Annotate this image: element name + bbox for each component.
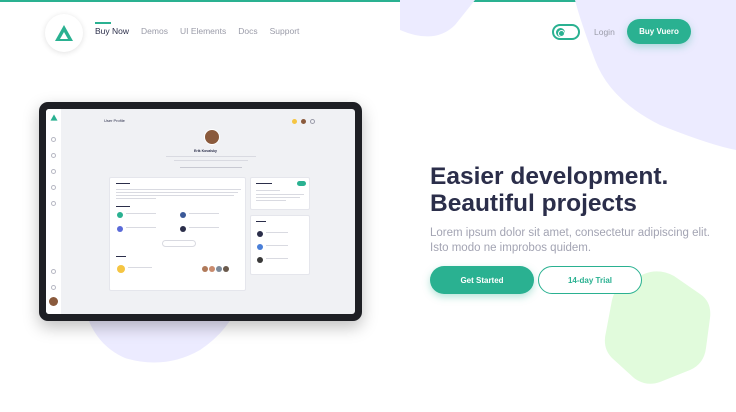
tablet-bell-icon: [310, 119, 315, 124]
vuero-logo-icon: [55, 25, 73, 41]
about-card: [109, 177, 246, 291]
tablet-sun-icon: [292, 119, 297, 124]
nav-item-buy-now[interactable]: Buy Now: [95, 22, 129, 36]
list-item-line: [126, 227, 156, 229]
tablet-page-title: User Profile: [104, 118, 125, 123]
sidebar-dot-icon: [51, 285, 56, 290]
team-member-avatar: [257, 257, 263, 263]
card-text-line: [256, 194, 304, 196]
tablet-user-icon: [301, 119, 306, 124]
list-item-line: [266, 232, 288, 234]
team-avatar: [202, 266, 208, 272]
mini-toggle: [297, 181, 306, 186]
tablet-sidebar: [46, 109, 61, 314]
dark-mode-toggle[interactable]: [552, 24, 580, 40]
profile-subtitle-line: [174, 160, 248, 162]
hero-lead: Lorem ipsum dolor sit amet, consectetur …: [430, 227, 710, 254]
list-item-icon: [117, 212, 123, 218]
sidebar-dot-icon: [51, 169, 56, 174]
list-item-icon: [180, 212, 186, 218]
profile-avatar: [204, 129, 220, 145]
list-item-line: [126, 213, 156, 215]
team-card: [250, 215, 310, 275]
hero-title: Easier development. Beautiful projects: [430, 163, 730, 217]
nav-item-support[interactable]: Support: [270, 26, 300, 36]
list-item-line: [128, 267, 152, 269]
sidebar-dot-icon: [51, 269, 56, 274]
card-text-line: [256, 197, 300, 199]
list-item-icon: [117, 226, 123, 232]
card-text-line: [116, 195, 234, 197]
list-item-line: [189, 213, 219, 215]
profile-meta-line: [180, 167, 242, 169]
login-link[interactable]: Login: [594, 27, 615, 37]
list-item-line: [266, 245, 288, 247]
list-item-icon: [180, 226, 186, 232]
main-nav: Buy Now Demos UI Elements Docs Support: [95, 22, 300, 36]
sidebar-dot-icon: [51, 201, 56, 206]
card-heading-line: [116, 183, 130, 185]
card-text-line: [116, 192, 238, 194]
team-member-avatar: [257, 231, 263, 237]
sidebar-avatar: [49, 297, 58, 306]
trial-button[interactable]: 14-day Trial: [538, 266, 642, 294]
nav-item-ui-elements[interactable]: UI Elements: [180, 26, 226, 36]
nav-item-docs[interactable]: Docs: [238, 26, 257, 36]
tablet-screen: User Profile Erik Kovalsky: [46, 109, 355, 314]
card-heading-line: [256, 221, 266, 223]
team-avatar: [209, 266, 215, 272]
sidebar-dot-icon: [51, 153, 56, 158]
toggle-knob-icon: [556, 28, 565, 37]
card-text-line: [116, 189, 241, 191]
skill-icon: [117, 265, 125, 273]
list-item-line: [266, 258, 288, 260]
hero-title-line2: Beautiful projects: [430, 190, 637, 217]
team-avatar: [216, 266, 222, 272]
tablet-logo-icon: [50, 114, 58, 121]
profile-subtitle-line: [166, 156, 256, 158]
card-heading-line: [116, 206, 130, 208]
card-text-line: [256, 190, 280, 192]
sidebar-dot-icon: [51, 137, 56, 142]
card-text-line: [116, 198, 156, 200]
hero-title-line1: Easier development.: [430, 163, 669, 190]
get-started-button[interactable]: Get Started: [430, 266, 534, 294]
card-heading-line: [116, 256, 126, 258]
nav-item-demos[interactable]: Demos: [141, 26, 168, 36]
logo-badge[interactable]: [45, 14, 83, 52]
profile-name: Erik Kovalsky: [194, 149, 217, 153]
team-avatar: [223, 266, 229, 272]
team-member-avatar: [257, 244, 263, 250]
tablet-mockup: User Profile Erik Kovalsky: [39, 102, 362, 321]
card-heading-line: [256, 183, 272, 185]
settings-card: [250, 177, 310, 210]
view-more-button: [162, 240, 196, 247]
buy-vuero-button[interactable]: Buy Vuero: [627, 19, 691, 44]
sidebar-dot-icon: [51, 185, 56, 190]
list-item-line: [189, 227, 219, 229]
card-text-line: [256, 200, 286, 202]
